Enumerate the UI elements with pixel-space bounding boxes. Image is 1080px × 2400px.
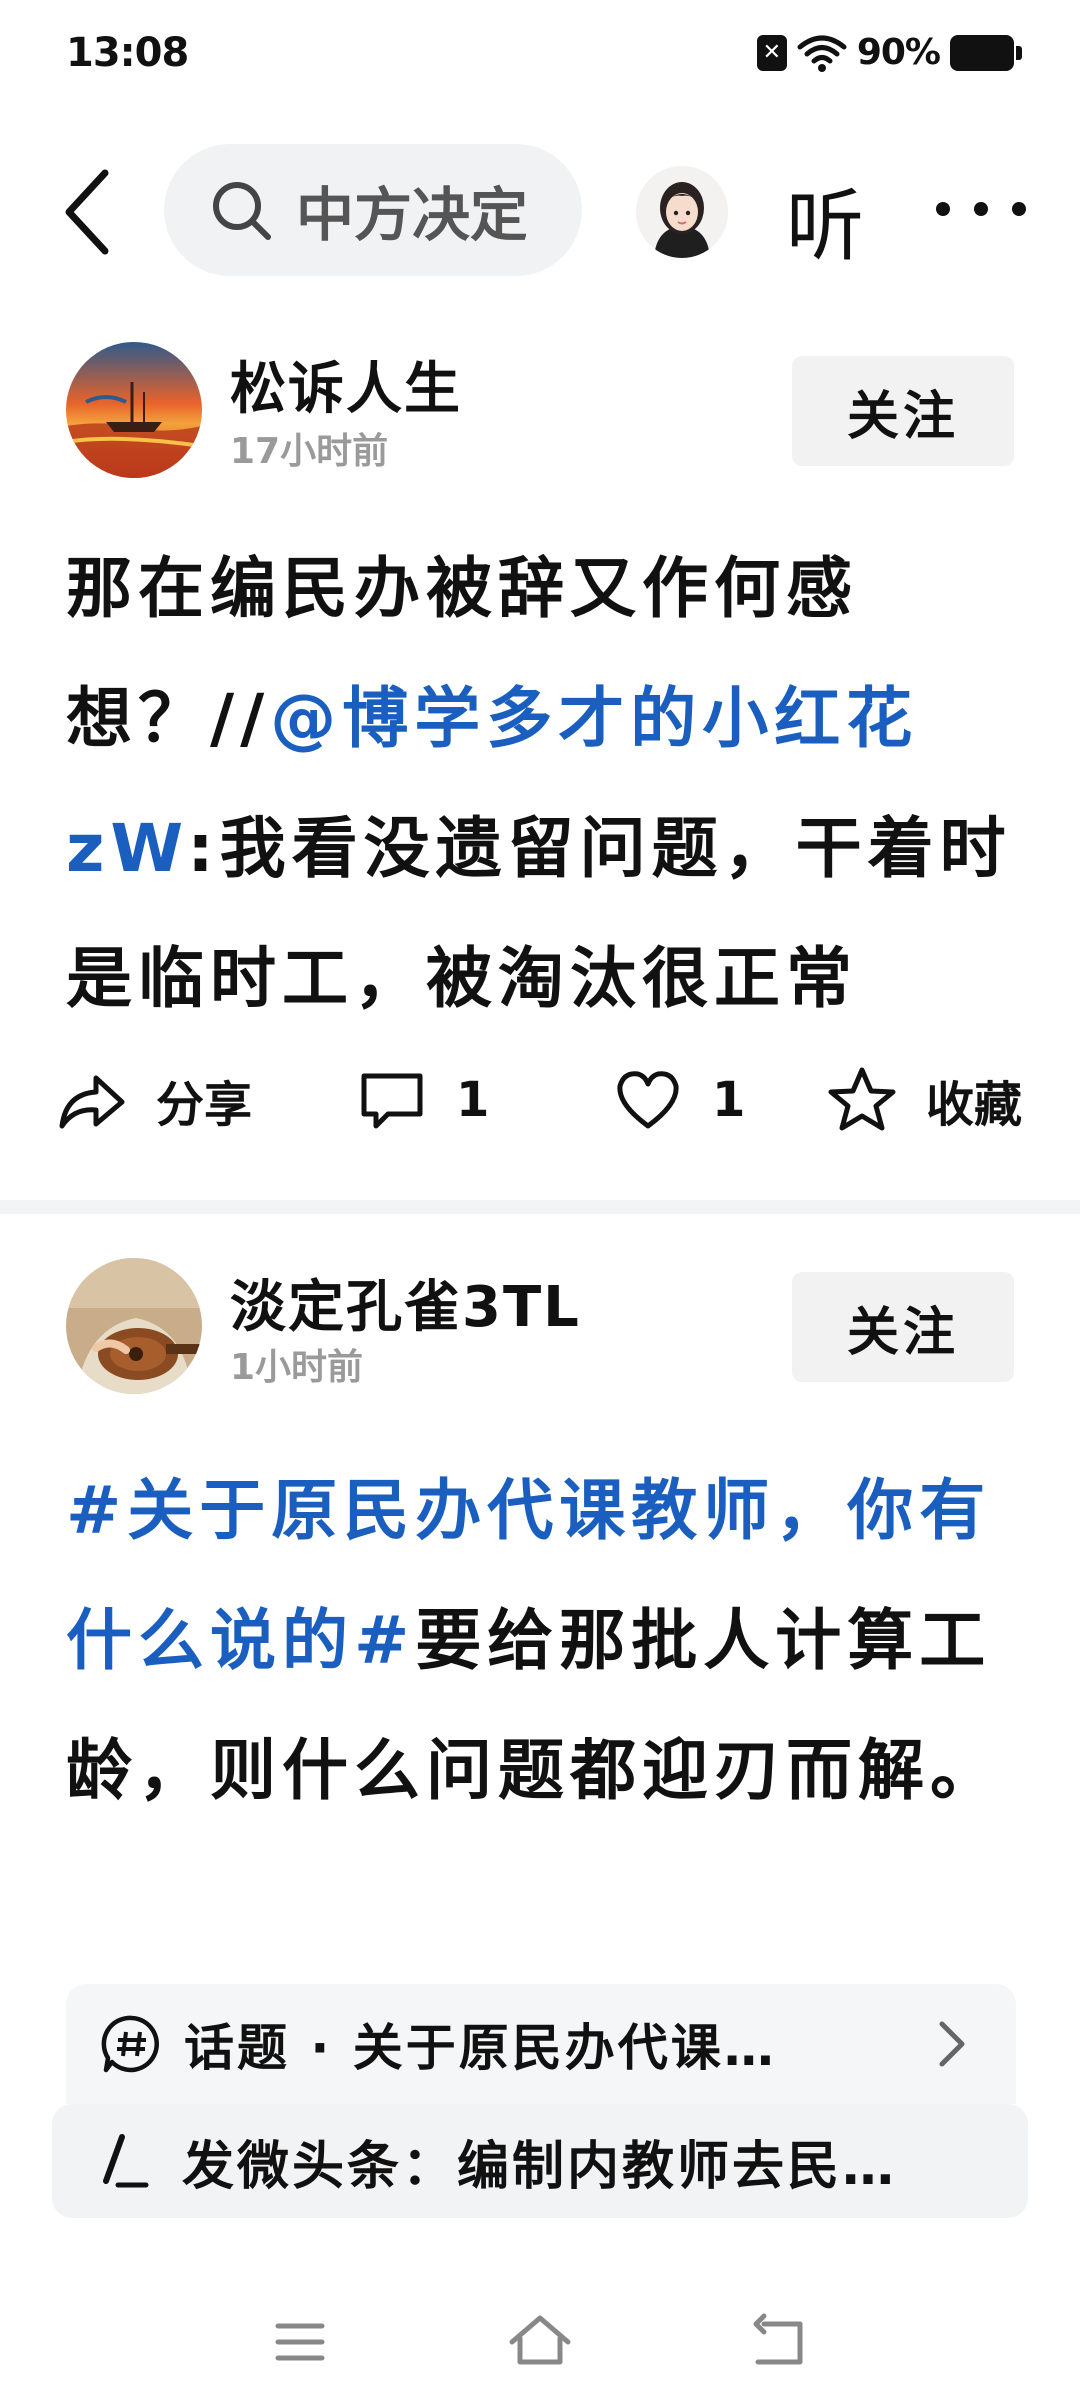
author-avatar[interactable] — [66, 1258, 202, 1394]
follow-button[interactable]: 关注 — [792, 1272, 1014, 1382]
topic-label: 话题 · 关于原民办代课… — [184, 2019, 777, 2077]
topic-hashtag-icon — [101, 2015, 159, 2073]
home-icon[interactable] — [500, 2302, 580, 2382]
post-2: 淡定孔雀3TL 1小时前 关注 #关于原民办代课教师，你有什么说的#要给那批人计… — [0, 0, 1080, 2104]
post-time: 1小时前 — [230, 1347, 364, 1388]
post-body[interactable]: #关于原民办代课教师，你有什么说的#要给那批人计算工龄，则什么问题都迎刃而解。 — [66, 1446, 1026, 1836]
system-nav-bar — [0, 2280, 1080, 2400]
back-icon[interactable] — [740, 2302, 820, 2382]
compose-label: 发微头条：编制内教师去民… — [182, 2136, 898, 2197]
author-name[interactable]: 淡定孔雀3TL — [230, 1262, 581, 1343]
chevron-right-icon — [939, 2021, 965, 2067]
topic-card[interactable]: 话题 · 关于原民办代课… — [66, 1984, 1016, 2104]
pen-icon — [103, 2134, 149, 2188]
compose-bar[interactable]: 发微头条：编制内教师去民… — [52, 2104, 1028, 2218]
menu-icon[interactable] — [260, 2302, 340, 2382]
guitar-avatar — [66, 1258, 202, 1394]
